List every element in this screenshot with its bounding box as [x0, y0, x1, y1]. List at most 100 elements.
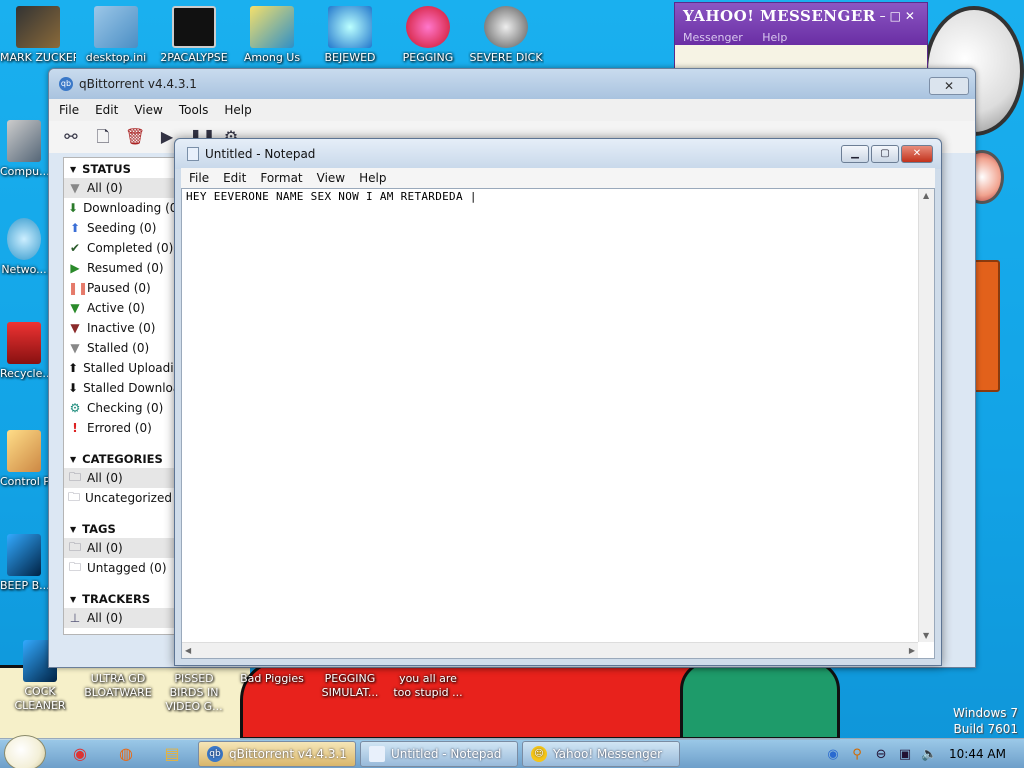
add-torrent-file-icon[interactable]: 🗋: [93, 127, 113, 147]
menu-view[interactable]: View: [317, 171, 345, 185]
qb-title-bar[interactable]: qb qBittorrent v4.4.3.1 ✕: [49, 69, 975, 99]
desktop-icon[interactable]: Netwo...: [0, 218, 48, 277]
close-button[interactable]: ✕: [929, 77, 969, 95]
editor-text[interactable]: HEY EEVERONE NAME SEX NOW I AM RETARDEDA…: [186, 190, 477, 203]
system-clock[interactable]: 10:44 AM: [949, 747, 1006, 761]
horizontal-scrollbar[interactable]: ◀ ▶: [182, 642, 918, 658]
menu-edit[interactable]: Edit: [95, 103, 118, 117]
desktop-icon[interactable]: BEEP B...: [0, 534, 48, 593]
tag-item-all[interactable]: 🗀 All (0): [64, 538, 178, 558]
notes-gadget[interactable]: [972, 260, 1000, 392]
chrome-icon[interactable]: ◉: [68, 743, 92, 765]
arrow-down-icon: ⬇: [68, 201, 79, 215]
notepad-icon: [187, 147, 199, 161]
scroll-left-arrow-icon[interactable]: ◀: [185, 646, 191, 655]
minimize-button[interactable]: ▁: [841, 145, 869, 163]
minus-circle-icon[interactable]: ⊖: [871, 747, 891, 762]
desktop-icon[interactable]: desktop.ini: [78, 6, 154, 65]
play-icon: ▶: [70, 261, 80, 275]
category-item-uncategorized[interactable]: 🗀 Uncategorized (0: [64, 488, 178, 508]
scroll-right-arrow-icon[interactable]: ▶: [909, 646, 915, 655]
categories-heading[interactable]: ▼ CATEGORIES: [64, 448, 178, 468]
folder-icon[interactable]: ▤: [160, 743, 184, 765]
filter-item-stalled-downloading[interactable]: ⬇ Stalled Download: [64, 378, 178, 398]
arrow-up-icon: ⬆: [68, 361, 79, 375]
tag-item-untagged[interactable]: 🗀 Untagged (0): [64, 558, 178, 578]
tracker-item-all[interactable]: ⊥ All (0): [64, 608, 178, 628]
filter-item-stalled[interactable]: ▼ Stalled (0): [64, 338, 178, 358]
funnel-icon: ▼: [70, 341, 80, 355]
category-item-all[interactable]: 🗀 All (0): [64, 468, 178, 488]
start-button[interactable]: [4, 735, 46, 768]
desktop-icon[interactable]: MARK ZUCKER...: [0, 6, 76, 65]
desktop-icon[interactable]: Bad Piggies: [234, 672, 310, 686]
desktop-icon[interactable]: BEJEWED: [312, 6, 388, 65]
desktop-icon[interactable]: PEGGING SIMULAT...: [312, 672, 388, 700]
desktop-icon[interactable]: you all are too stupid ...: [390, 672, 466, 700]
desktop-icon[interactable]: ULTRA GD BLOATWARE: [80, 672, 156, 700]
close-button[interactable]: ✕: [901, 145, 933, 163]
desktop-icon[interactable]: PEGGING: [390, 6, 466, 65]
recycle-bin-icon: [7, 322, 41, 364]
computer-icon: [7, 120, 41, 162]
add-torrent-link-icon[interactable]: ⚯: [61, 127, 81, 147]
gem-icon: [328, 6, 372, 48]
task-qbittorrent[interactable]: qb qBittorrent v4.4.3.1: [198, 741, 356, 767]
trackers-heading[interactable]: ▼ TRACKERS: [64, 588, 178, 608]
filter-item-active[interactable]: ▼ Active (0): [64, 298, 178, 318]
delete-icon[interactable]: 🗑: [125, 127, 145, 147]
menu-view[interactable]: View: [134, 103, 162, 117]
filter-item-all[interactable]: ▼ All (0): [64, 178, 178, 198]
filter-item-checking[interactable]: ⚙ Checking (0): [64, 398, 178, 418]
search-icon[interactable]: ⚲: [847, 747, 867, 762]
filter-item-seeding[interactable]: ⬆ Seeding (0): [64, 218, 178, 238]
funnel-icon: ▼: [70, 181, 80, 195]
scroll-down-arrow-icon[interactable]: ▼: [923, 631, 929, 640]
menu-help[interactable]: Help: [762, 31, 787, 44]
desktop-icon[interactable]: Control P...: [0, 430, 48, 489]
task-notepad[interactable]: Untitled - Notepad: [360, 741, 518, 767]
menu-file[interactable]: File: [59, 103, 79, 117]
menu-edit[interactable]: Edit: [223, 171, 246, 185]
yahoo-title-bar[interactable]: YAHOO! MESSENGER Messenger Help –□✕: [675, 3, 927, 45]
filter-item-inactive[interactable]: ▼ Inactive (0): [64, 318, 178, 338]
menu-help[interactable]: Help: [224, 103, 251, 117]
firefox-icon[interactable]: ◍: [114, 743, 138, 765]
game-logo-icon: [406, 6, 450, 48]
gear-icon: ⚙: [69, 401, 81, 415]
filter-item-stalled-uploading[interactable]: ⬆ Stalled Uploading: [64, 358, 178, 378]
yahoo-window-controls[interactable]: –□✕: [880, 9, 919, 23]
filter-item-completed[interactable]: ✔ Completed (0): [64, 238, 178, 258]
filter-item-downloading[interactable]: ⬇ Downloading (0): [64, 198, 178, 218]
task-yahoo[interactable]: ☺ Yahoo! Messenger: [522, 741, 680, 767]
notepad-title-bar[interactable]: Untitled - Notepad: [175, 139, 941, 169]
desktop-icon[interactable]: PISSED BIRDS IN VIDEO G...: [156, 672, 232, 714]
tags-heading[interactable]: ▼ TAGS: [64, 518, 178, 538]
collapse-triangle-icon: ▼: [70, 454, 77, 464]
desktop-icon[interactable]: Among Us: [234, 6, 310, 65]
menu-file[interactable]: File: [189, 171, 209, 185]
desktop-icon[interactable]: 2PACALYPSE: [156, 6, 232, 65]
menu-tools[interactable]: Tools: [179, 103, 209, 117]
filter-item-errored[interactable]: ! Errored (0): [64, 418, 178, 438]
maximize-button[interactable]: ▢: [871, 145, 899, 163]
menu-messenger[interactable]: Messenger: [683, 31, 743, 44]
network-icon[interactable]: ▣: [895, 747, 915, 762]
filter-item-resumed[interactable]: ▶ Resumed (0): [64, 258, 178, 278]
status-heading[interactable]: ▼ STATUS: [64, 158, 178, 178]
volume-icon[interactable]: 🔈: [919, 747, 939, 762]
desktop-icon[interactable]: SEVERE DICK: [468, 6, 544, 65]
qbittorrent-tray-icon[interactable]: ◉: [823, 747, 843, 762]
desktop-icon[interactable]: Recycle...: [0, 322, 48, 381]
windows-version-watermark: Windows 7 Build 7601: [952, 706, 1018, 736]
qbittorrent-icon: qb: [207, 746, 223, 762]
text-editor-area[interactable]: HEY EEVERONE NAME SEX NOW I AM RETARDEDA…: [181, 188, 935, 659]
scroll-up-arrow-icon[interactable]: ▲: [923, 191, 929, 200]
notepad-window[interactable]: Untitled - Notepad ▁ ▢ ✕ File Edit Forma…: [174, 138, 942, 666]
vertical-scrollbar[interactable]: ▲ ▼: [918, 189, 934, 642]
filter-item-paused[interactable]: ❚❚ Paused (0): [64, 278, 178, 298]
menu-format[interactable]: Format: [260, 171, 302, 185]
desktop-icon[interactable]: Compu...: [0, 120, 48, 179]
filter-sidebar: ▼ STATUS ▼ All (0) ⬇ Downloading (0) ⬆ Seed…: [63, 157, 179, 635]
menu-help[interactable]: Help: [359, 171, 386, 185]
